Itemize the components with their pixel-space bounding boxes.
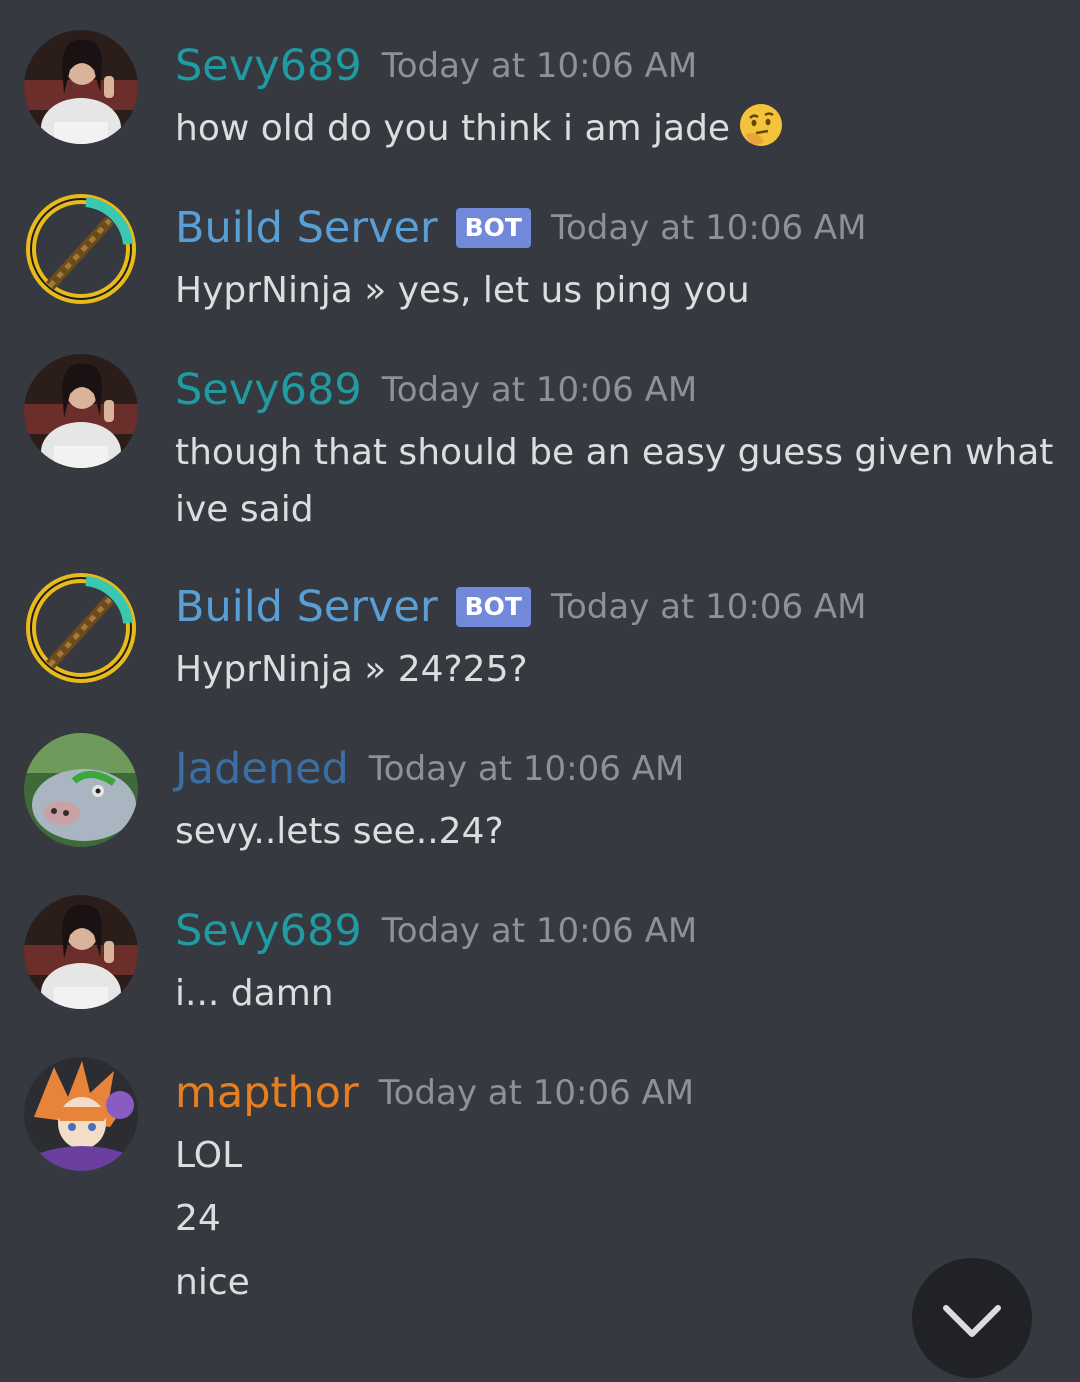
username[interactable]: Sevy689 — [175, 40, 362, 92]
message-header: Build Server BOT Today at 10:06 AM — [175, 202, 867, 254]
message-header: Sevy689 Today at 10:06 AM — [175, 364, 697, 416]
avatar-sevy689[interactable] — [24, 895, 138, 1009]
message-text: sevy..lets see..24? — [175, 811, 504, 852]
bot-badge: BOT — [455, 587, 531, 627]
message-header: mapthor Today at 10:06 AM — [175, 1067, 694, 1119]
message-header: Build Server BOT Today at 10:06 AM — [175, 581, 867, 633]
timestamp: Today at 10:06 AM — [368, 749, 685, 789]
message-text: 24 — [175, 1198, 221, 1239]
username[interactable]: Build Server — [175, 581, 438, 633]
username[interactable]: Jadened — [175, 743, 349, 795]
chevron-down-icon — [943, 1305, 1001, 1337]
timestamp: Today at 10:06 AM — [381, 911, 698, 951]
message-text: though that should be an easy guess give… — [175, 432, 1054, 473]
jump-to-present-button[interactable] — [912, 1258, 1032, 1378]
message-header: Sevy689 Today at 10:06 AM — [175, 905, 697, 957]
message-text: LOL — [175, 1135, 243, 1176]
avatar-build-server[interactable] — [24, 192, 138, 306]
avatar-sevy689[interactable] — [24, 354, 138, 468]
avatar-jadened[interactable] — [24, 733, 138, 847]
message-header: Jadened Today at 10:06 AM — [175, 743, 684, 795]
message-feed: Sevy689 Today at 10:06 AM how old do you… — [0, 0, 1080, 1331]
avatar-mapthor[interactable] — [24, 1057, 138, 1171]
timestamp: Today at 10:06 AM — [378, 1073, 695, 1113]
username[interactable]: Sevy689 — [175, 364, 362, 416]
avatar-sevy689[interactable] — [24, 30, 138, 144]
timestamp: Today at 10:06 AM — [551, 208, 867, 248]
timestamp: Today at 10:06 AM — [381, 370, 698, 410]
avatar-build-server[interactable] — [24, 571, 138, 685]
message-text: ive said — [175, 489, 314, 530]
message-header: Sevy689 Today at 10:06 AM — [175, 40, 697, 92]
chat-screen: { "messages": [ { "author": "Sevy689", "… — [0, 0, 1080, 1378]
username[interactable]: Sevy689 — [175, 905, 362, 957]
thinking-face-emoji — [738, 102, 784, 166]
message-text: HyprNinja » 24?25? — [175, 649, 528, 690]
timestamp: Today at 10:06 AM — [551, 587, 867, 627]
message-text: i... damn — [175, 973, 334, 1014]
bot-badge: BOT — [455, 208, 531, 248]
message-text: how old do you think i am jade — [175, 100, 784, 166]
message-text: HyprNinja » yes, let us ping you — [175, 270, 750, 311]
message-text: nice — [175, 1262, 250, 1303]
username[interactable]: mapthor — [175, 1067, 359, 1119]
username[interactable]: Build Server — [175, 202, 438, 254]
timestamp: Today at 10:06 AM — [381, 46, 698, 86]
